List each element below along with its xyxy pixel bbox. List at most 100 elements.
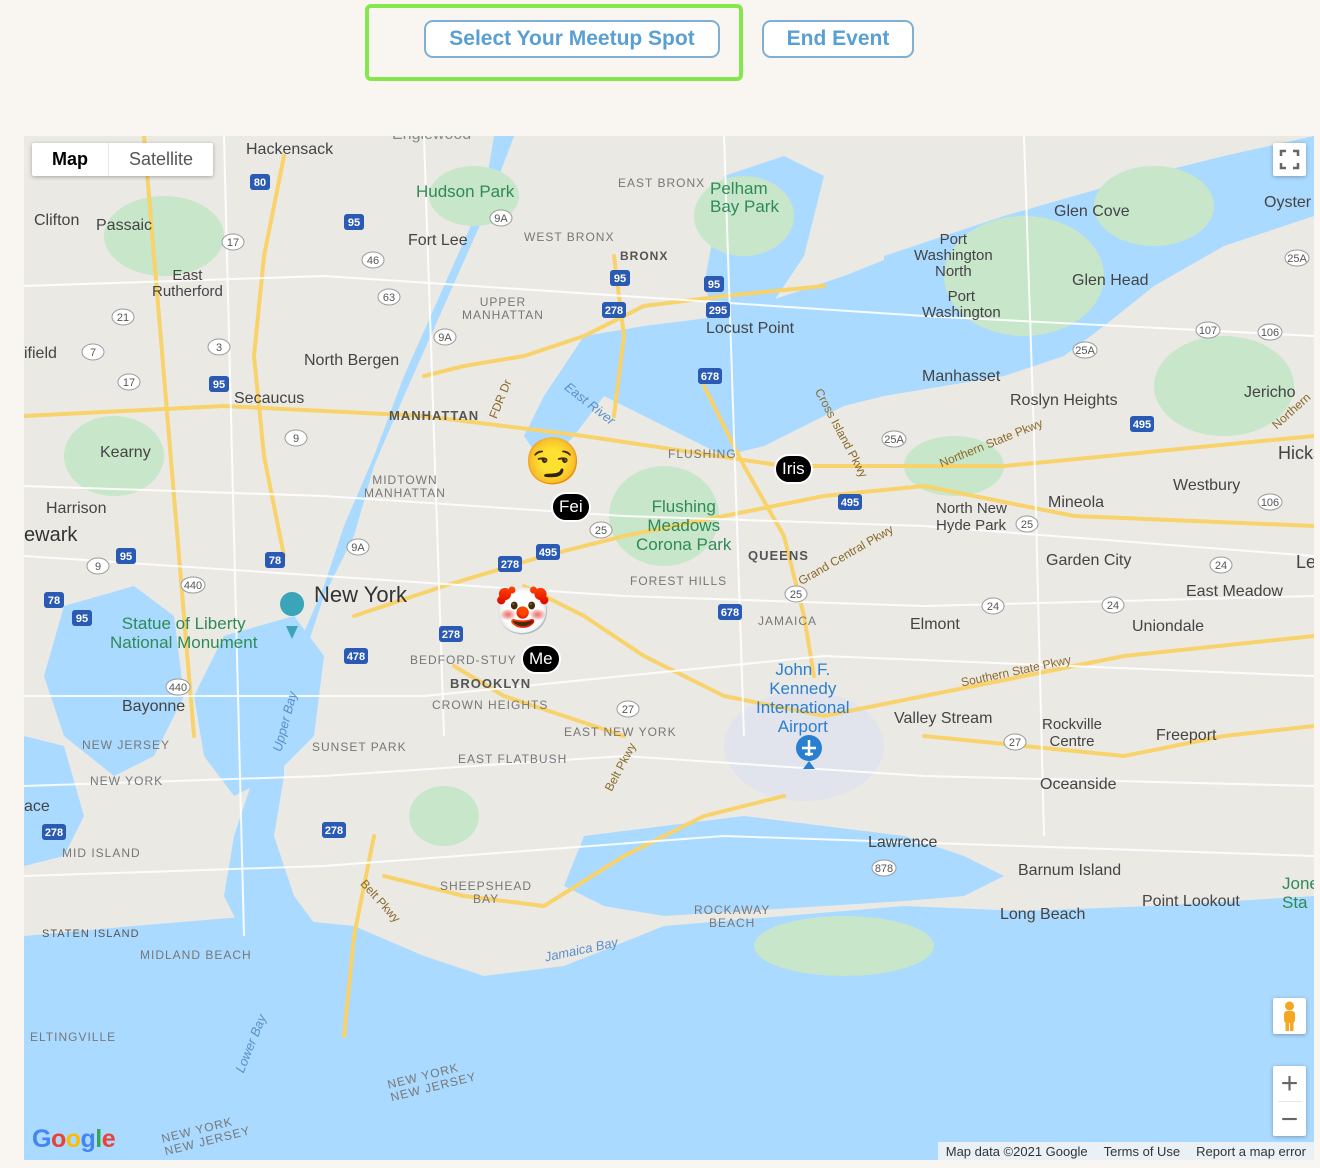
place-label: Mineola [1048, 494, 1105, 511]
place-label: Oceanside [1040, 776, 1117, 793]
place-label: ROCKAWAY BEACH [694, 903, 771, 930]
map-type-satellite-button[interactable]: Satellite [108, 143, 213, 176]
map-view[interactable]: 80 95 95 95 278 295 678 95 495 495 495 2… [24, 136, 1314, 1160]
svg-text:17: 17 [227, 237, 239, 249]
svg-text:24: 24 [987, 601, 999, 613]
fullscreen-icon [1279, 149, 1300, 170]
place-label: ewark [24, 524, 78, 546]
place-label: FLUSHING [668, 447, 737, 461]
select-meetup-spot-button[interactable]: Select Your Meetup Spot [424, 20, 720, 58]
place-label: Bayonne [122, 698, 186, 715]
svg-text:678: 678 [701, 371, 719, 383]
place-label: Port Washington [922, 288, 1001, 321]
marker-me[interactable]: Me [521, 644, 561, 674]
terms-of-use-link[interactable]: Terms of Use [1096, 1144, 1189, 1159]
place-label: Glen Head [1072, 272, 1149, 289]
svg-text:25: 25 [595, 525, 607, 537]
place-label: BRONX [620, 249, 669, 263]
map-attribution: Map data ©2021 Google Terms of Use Repor… [937, 1142, 1314, 1160]
place-label: Locust Point [706, 320, 795, 337]
place-label: ELTINGVILLE [30, 1030, 117, 1044]
place-label: Fort Lee [408, 232, 468, 249]
svg-text:278: 278 [605, 305, 623, 317]
place-label: MIDLAND BEACH [140, 948, 252, 962]
place-label: Statue of Liberty National Monument [110, 614, 258, 652]
place-label: EAST BRONX [618, 176, 706, 190]
place-label: John F. Kennedy International Airport [756, 660, 850, 736]
marker-fei[interactable]: Fei [551, 492, 591, 522]
svg-text:878: 878 [875, 863, 893, 875]
svg-text:80: 80 [254, 177, 266, 189]
place-label: Rockville Centre [1042, 716, 1103, 750]
place-label: Point Lookout [1142, 893, 1240, 910]
svg-text:9A: 9A [438, 332, 452, 344]
map-type-control: Map Satellite [32, 143, 214, 176]
svg-text:478: 478 [347, 651, 365, 663]
place-label: Jone Sta [1282, 874, 1314, 912]
svg-text:440: 440 [184, 580, 202, 592]
street-view-pegman-button[interactable] [1273, 998, 1306, 1034]
place-label: Roslyn Heights [1010, 392, 1118, 409]
svg-text:295: 295 [709, 305, 727, 317]
svg-text:107: 107 [1199, 325, 1217, 337]
place-label: FOREST HILLS [630, 574, 728, 588]
place-label: Secaucus [234, 390, 305, 407]
place-label: Uniondale [1132, 618, 1205, 635]
svg-text:278: 278 [442, 629, 460, 641]
place-label: EAST NEW YORK [564, 725, 677, 739]
svg-text:46: 46 [367, 255, 379, 267]
svg-text:95: 95 [708, 279, 720, 291]
place-label: Hicksv [1278, 443, 1314, 463]
place-label: Passaic [96, 217, 153, 234]
svg-text:106: 106 [1261, 497, 1279, 509]
place-label: Elmont [910, 616, 960, 633]
fullscreen-button[interactable] [1273, 143, 1306, 176]
place-label: East Rutherford [152, 267, 223, 300]
svg-text:9: 9 [293, 433, 299, 445]
svg-text:678: 678 [721, 607, 739, 619]
place-label: NEW YORK [90, 774, 164, 788]
svg-text:95: 95 [348, 217, 360, 229]
svg-text:25A: 25A [1287, 253, 1307, 265]
svg-text:95: 95 [76, 613, 88, 625]
end-event-button[interactable]: End Event [762, 20, 914, 58]
smirking-face-marker[interactable]: 😏 [524, 438, 581, 484]
report-map-error-link[interactable]: Report a map error [1188, 1144, 1314, 1159]
zoom-out-button[interactable]: − [1273, 1102, 1306, 1137]
place-label: Port Washington North [914, 231, 993, 280]
place-label: MID ISLAND [62, 846, 141, 860]
place-label: North Bergen [304, 352, 400, 369]
pegman-icon [1284, 1001, 1295, 1031]
zoom-in-button[interactable]: + [1273, 1066, 1306, 1101]
svg-text:7: 7 [90, 347, 96, 359]
place-label: QUEENS [748, 548, 809, 563]
place-label: ifield [24, 345, 57, 362]
place-label: MIDTOWN MANHATTAN [364, 473, 446, 500]
place-label: Freeport [1156, 727, 1217, 744]
place-label: Hudson Park [416, 182, 515, 201]
place-label: Garden City [1046, 552, 1132, 569]
place-label: New York [314, 582, 407, 607]
svg-text:9: 9 [95, 561, 101, 573]
place-label: SUNSET PARK [312, 740, 407, 754]
place-label: East Meadow [1186, 583, 1283, 600]
clown-face-marker[interactable]: 🤡 [494, 588, 551, 634]
zoom-control: + − [1273, 1066, 1306, 1136]
place-label: MANHATTAN [389, 408, 480, 423]
marker-iris[interactable]: Iris [774, 454, 813, 484]
svg-text:78: 78 [269, 555, 281, 567]
svg-text:95: 95 [614, 273, 626, 285]
place-label: SHEEPSHEAD BAY [440, 879, 533, 906]
svg-text:25: 25 [790, 589, 802, 601]
svg-text:495: 495 [539, 547, 557, 559]
place-label: North New Hyde Park [936, 500, 1007, 534]
place-label: NEW JERSEY [82, 738, 171, 752]
svg-text:78: 78 [48, 595, 60, 607]
svg-text:24: 24 [1215, 560, 1227, 572]
place-label: Long Beach [1000, 906, 1086, 923]
place-label: Clifton [34, 212, 80, 229]
place-label: WEST BRONX [524, 230, 615, 244]
place-label: Glen Cove [1054, 203, 1130, 220]
map-type-map-button[interactable]: Map [32, 143, 108, 176]
place-label: EAST FLATBUSH [458, 752, 568, 766]
